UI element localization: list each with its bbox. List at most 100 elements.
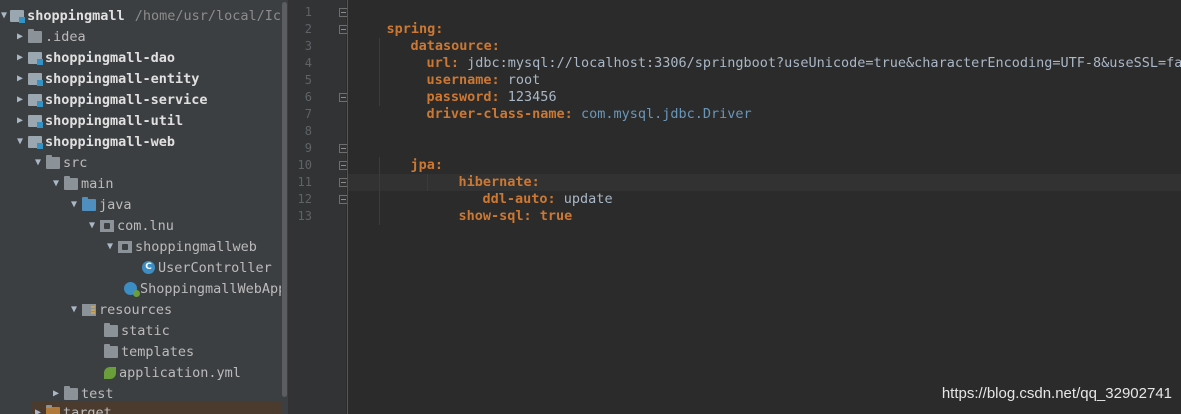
collapse-arrow-icon[interactable]: ▶ xyxy=(50,388,62,400)
code-line-10[interactable]: hibernate: xyxy=(426,157,540,190)
tree-item-main[interactable]: ▼ main xyxy=(50,173,281,194)
line-number: 2 xyxy=(304,22,312,36)
yaml-value: com.mysql.jdbc.Driver xyxy=(572,106,752,122)
tree-item-label: shoppingmall-service xyxy=(45,91,208,108)
tree-item-label: java xyxy=(99,196,132,213)
folder-icon xyxy=(46,154,60,169)
yaml-value: true xyxy=(531,208,573,224)
collapse-arrow-icon[interactable]: ▶ xyxy=(14,31,26,43)
collapse-arrow-icon[interactable]: ▶ xyxy=(14,73,26,85)
tree-item-shoppingmall-service[interactable]: ▶ shoppingmall-service xyxy=(14,89,281,110)
gutter-separator xyxy=(347,0,348,414)
folder-icon xyxy=(64,385,78,400)
expand-arrow-icon[interactable]: ▼ xyxy=(50,178,62,190)
code-line-9[interactable]: jpa: xyxy=(378,140,444,173)
line-number: 3 xyxy=(304,39,312,53)
tree-item-label: static xyxy=(121,322,170,339)
code-line-3[interactable]: url: jdbc:mysql://localhost:3306/springb… xyxy=(394,38,1181,71)
expand-arrow-icon[interactable]: ▼ xyxy=(32,157,44,169)
tree-item-label: com.lnu xyxy=(117,217,174,234)
expand-arrow-icon[interactable]: ▼ xyxy=(86,220,98,232)
tree-item-label: shoppingmall-web xyxy=(45,133,176,150)
tree-item-resources[interactable]: ▼ resources xyxy=(68,299,281,320)
tree-item-label: src xyxy=(63,154,88,171)
expand-arrow-icon[interactable]: ▼ xyxy=(0,10,8,22)
project-tree[interactable]: ▼ shoppingmall /home/usr/local/Ic ▶ .ide… xyxy=(0,0,281,414)
tree-item-shoppingmallweb[interactable]: ▼ shoppingmallweb xyxy=(104,236,281,257)
code-line-4[interactable]: username: root xyxy=(394,55,541,88)
collapse-arrow-icon[interactable]: ▶ xyxy=(14,52,26,64)
resources-folder-icon xyxy=(82,303,96,316)
tree-item-test[interactable]: ▶ test xyxy=(50,383,281,404)
yaml-value: jdbc:mysql://localhost:3306/springboot?u… xyxy=(459,55,1181,71)
tree-item-static[interactable]: static xyxy=(90,320,281,341)
line-number: 7 xyxy=(304,107,312,121)
code-line-6[interactable]: driver-class-name: com.mysql.jdbc.Driver xyxy=(394,89,752,122)
tree-item-shoppingmall-web[interactable]: ▼ shoppingmall-web xyxy=(14,131,281,152)
code-editor[interactable]: 1 2 3 4 5 6 7 8 9 10 11 12 13 spring: da… xyxy=(290,0,1181,414)
package-icon xyxy=(118,240,132,253)
tree-item-usercontroller[interactable]: C UserController xyxy=(128,257,281,278)
code-line-1[interactable]: spring: xyxy=(354,4,444,37)
line-number: 10 xyxy=(297,158,312,172)
line-number: 4 xyxy=(304,56,312,70)
expand-arrow-icon[interactable]: ▼ xyxy=(14,136,26,148)
tree-item-src[interactable]: ▼ src xyxy=(32,152,281,173)
module-icon xyxy=(28,72,43,86)
tree-item-target[interactable]: ▶ target xyxy=(32,402,281,414)
folder-icon xyxy=(64,175,78,190)
line-number: 6 xyxy=(304,90,312,104)
watermark: https://blog.csdn.net/qq_32902741 xyxy=(941,385,1172,402)
source-folder-icon xyxy=(82,196,96,211)
collapse-arrow-icon[interactable]: ▶ xyxy=(14,115,26,127)
tree-item-java[interactable]: ▼ java xyxy=(68,194,281,215)
tree-item-label: templates xyxy=(121,343,195,360)
tree-item-shoppingmall-util[interactable]: ▶ shoppingmall-util xyxy=(14,110,281,131)
tree-item-shoppingmallwebappl[interactable]: ShoppingmallWebAppl xyxy=(110,278,281,299)
tree-item-label: target xyxy=(63,404,112,414)
code-line-2[interactable]: datasource: xyxy=(378,21,500,54)
expand-arrow-icon[interactable]: ▼ xyxy=(104,241,116,253)
tree-item-shoppingmall-entity[interactable]: ▶ shoppingmall-entity xyxy=(14,68,281,89)
line-number: 8 xyxy=(304,124,312,138)
yaml-key: driver-class-name: xyxy=(426,106,573,122)
folder-icon xyxy=(28,28,42,43)
spring-config-icon xyxy=(104,366,116,379)
package-icon xyxy=(100,219,114,232)
module-icon xyxy=(28,93,43,107)
code-line-12[interactable]: show-sql: true xyxy=(426,191,573,224)
tree-item-label: shoppingmallweb xyxy=(135,238,257,255)
code-line-11[interactable]: ddl-auto: update xyxy=(450,174,613,207)
tree-item-label: shoppingmall-util xyxy=(45,112,184,129)
tree-scrollbar[interactable] xyxy=(281,0,288,414)
tree-item-templates[interactable]: templates xyxy=(90,341,281,362)
tree-scrollbar-thumb[interactable] xyxy=(282,2,287,397)
tree-root-path: /home/usr/local/Ic xyxy=(134,7,281,24)
tree-item-idea[interactable]: ▶ .idea xyxy=(14,26,281,47)
tree-root[interactable]: ▼ shoppingmall /home/usr/local/Ic xyxy=(0,5,281,26)
module-icon xyxy=(28,135,43,149)
tree-item-application-yml[interactable]: application.yml xyxy=(90,362,281,383)
tree-item-com-lnu[interactable]: ▼ com.lnu xyxy=(86,215,281,236)
class-icon: C xyxy=(142,261,155,274)
tree-item-label: .idea xyxy=(45,28,86,45)
collapse-arrow-icon[interactable]: ▶ xyxy=(32,407,44,414)
tree-item-shoppingmall-dao[interactable]: ▶ shoppingmall-dao xyxy=(14,47,281,68)
line-number: 12 xyxy=(297,192,312,206)
module-icon xyxy=(28,51,43,65)
code-line-5[interactable]: password: 123456 xyxy=(394,72,557,105)
line-number: 13 xyxy=(297,209,312,223)
spring-boot-class-icon xyxy=(124,282,140,297)
folder-icon xyxy=(104,343,118,358)
collapse-arrow-icon[interactable]: ▶ xyxy=(14,94,26,106)
line-number: 1 xyxy=(304,5,312,19)
expand-arrow-icon[interactable]: ▼ xyxy=(68,304,80,316)
tree-item-label: UserController xyxy=(158,259,272,276)
tree-item-label: test xyxy=(81,385,114,402)
line-number: 11 xyxy=(297,175,312,189)
tree-item-label: ShoppingmallWebAppl xyxy=(140,280,281,297)
expand-arrow-icon[interactable]: ▼ xyxy=(68,199,80,211)
line-number: 5 xyxy=(304,73,312,87)
module-icon xyxy=(10,9,26,23)
module-icon xyxy=(28,114,43,128)
